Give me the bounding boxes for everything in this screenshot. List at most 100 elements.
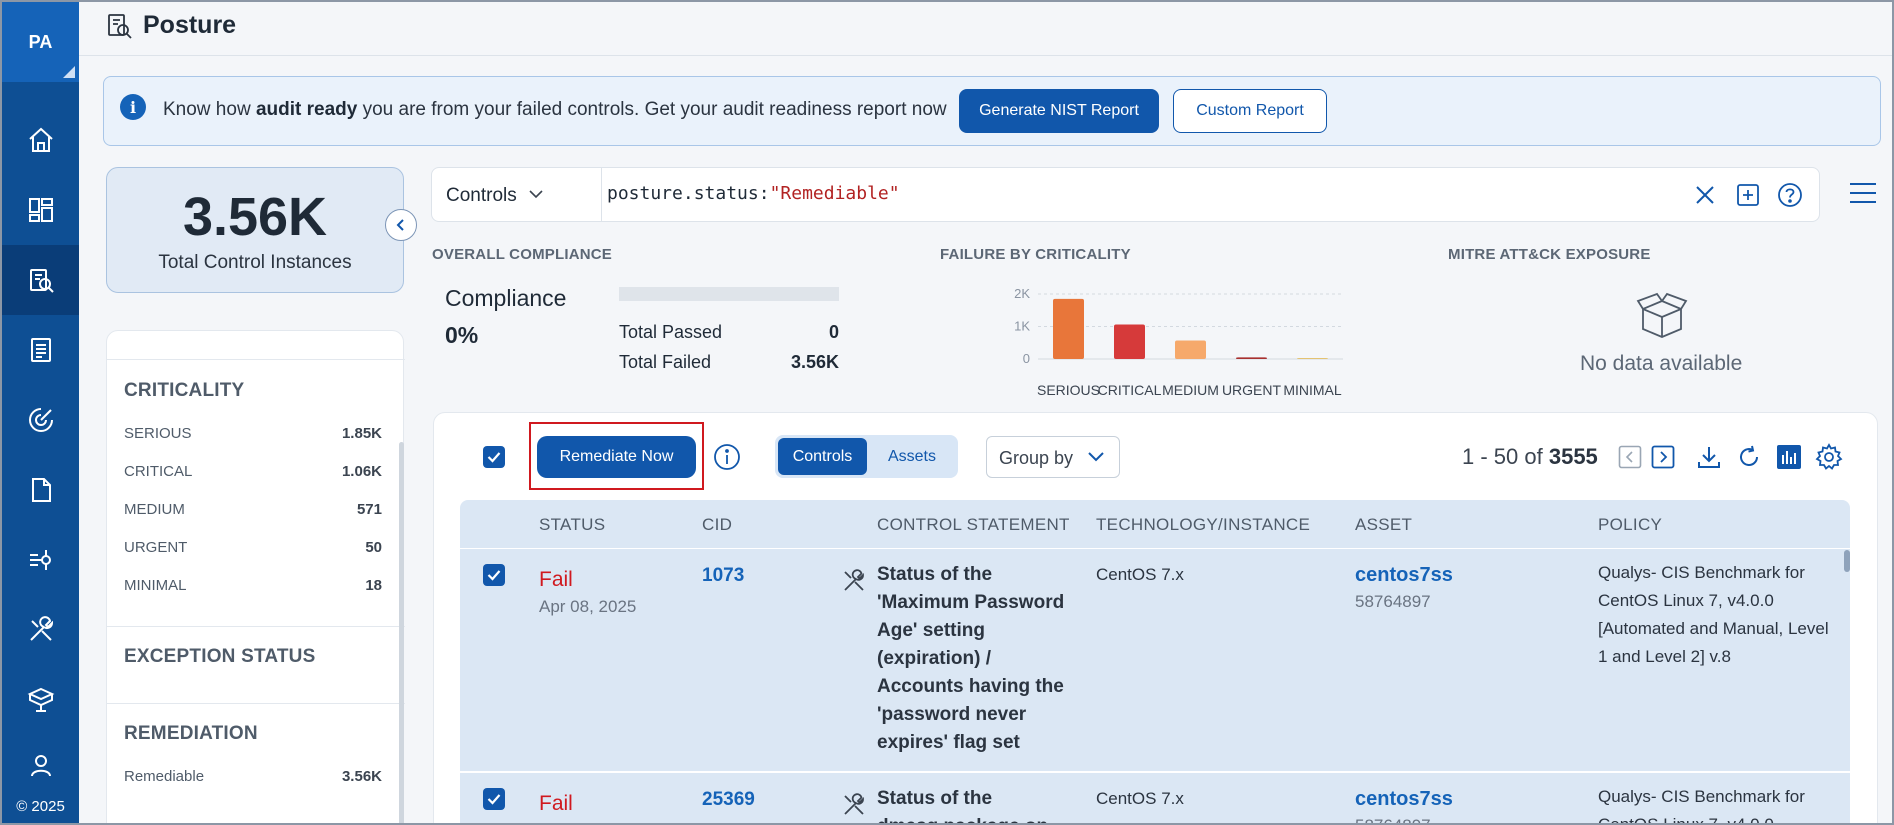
download-button[interactable] [1695, 443, 1723, 471]
filter-serious[interactable]: SERIOUS 1.85K [124, 425, 382, 442]
statement-line: Accounts having the [877, 676, 1064, 697]
model-icon [27, 687, 54, 712]
group-by-dropdown[interactable]: Group by [986, 436, 1120, 478]
statement-line: expires' flag set [877, 732, 1020, 753]
chart-x-tick: CRITICAL [1098, 382, 1162, 398]
row-technology: CentOS 7.x [1096, 789, 1184, 808]
filter-label: URGENT [124, 539, 188, 556]
nav-user[interactable] [2, 735, 79, 795]
search-type-dropdown[interactable]: Controls [432, 168, 602, 221]
remediate-info-button[interactable] [713, 443, 741, 471]
total-control-instances-card: 3.56K Total Control Instances [106, 167, 404, 293]
policy-line: CentOS Linux 7, v4.0.0 [1598, 815, 1774, 825]
filter-label: MINIMAL [124, 577, 187, 594]
policy-line: 1 and Level 2] v.8 [1598, 647, 1731, 666]
col-status[interactable]: STATUS [539, 515, 605, 535]
plus-box-icon [1737, 184, 1759, 206]
row-statement: Status of the dmesg package on [877, 785, 1077, 823]
col-cid[interactable]: CID [702, 515, 732, 535]
filter-remediable[interactable]: Remediable 3.56K [124, 768, 382, 785]
row-cid-link[interactable]: 25369 [702, 789, 755, 811]
row-date: Apr 08, 2025 [539, 597, 637, 616]
failed-value: 3.56K [790, 352, 839, 372]
collapse-panel-button[interactable] [385, 209, 417, 241]
row-technology: CentOS 7.x [1096, 565, 1184, 584]
nav-posture[interactable] [2, 245, 79, 315]
chart-bar-urgent[interactable] [1236, 357, 1267, 359]
nav-model[interactable] [2, 665, 79, 735]
chart-bar-critical[interactable] [1114, 324, 1145, 359]
chart-y-tick: 1K [1014, 319, 1030, 334]
filter-minimal[interactable]: MINIMAL 18 [124, 577, 382, 594]
col-control-statement[interactable]: CONTROL STATEMENT [877, 515, 1070, 535]
grid-settings-button[interactable] [1815, 443, 1843, 471]
top-bar: Posture [79, 2, 1892, 56]
exception-status-title[interactable]: EXCEPTION STATUS [124, 646, 315, 668]
nav-radar[interactable] [2, 385, 79, 455]
filter-label: CRITICAL [124, 463, 193, 480]
filter-critical[interactable]: CRITICAL 1.06K [124, 463, 382, 480]
col-technology[interactable]: TECHNOLOGY/INSTANCE [1096, 515, 1310, 535]
statement-line: 'Maximum Password [877, 592, 1065, 613]
add-query-button[interactable] [1734, 181, 1762, 209]
filter-count: 3.56K [341, 768, 382, 785]
audit-banner: i Know how audit ready you are from your… [103, 76, 1881, 146]
passed-value: 0 [828, 322, 839, 342]
table-scrollbar[interactable] [1844, 550, 1850, 572]
left-nav: PA © 2025 [2, 2, 79, 823]
next-page-button[interactable] [1649, 443, 1677, 471]
filter-label: SERIOUS [124, 425, 192, 442]
toggle-assets[interactable]: Assets [869, 438, 955, 475]
row-checkbox[interactable] [483, 564, 505, 586]
select-all-checkbox[interactable] [483, 446, 505, 468]
check-icon [487, 452, 501, 463]
table-row[interactable]: Fail 25369 Status of the dmesg package o… [460, 772, 1850, 825]
brand-corner-icon [63, 66, 75, 78]
chart-bar-medium[interactable] [1175, 340, 1206, 359]
filter-urgent[interactable]: URGENT 50 [124, 539, 382, 556]
refresh-button[interactable] [1735, 443, 1763, 471]
nav-workflow[interactable] [2, 525, 79, 595]
row-checkbox[interactable] [483, 788, 505, 810]
chart-y-tick: 0 [1023, 351, 1030, 366]
filter-count: 1.85K [341, 425, 382, 442]
row-cid-link[interactable]: 1073 [702, 565, 744, 587]
hamburger-menu-icon[interactable] [1848, 180, 1878, 206]
chart-x-tick: URGENT [1222, 382, 1282, 398]
nav-dashboard[interactable] [2, 175, 79, 245]
policy-line: Qualys- CIS Benchmark for [1598, 563, 1805, 582]
filter-panel-scrollbar[interactable] [399, 442, 404, 823]
nav-tools[interactable] [2, 595, 79, 665]
chart-bar-serious[interactable] [1053, 298, 1084, 359]
brand-button[interactable]: PA [2, 2, 79, 82]
nav-document[interactable] [2, 455, 79, 525]
filter-divider [107, 703, 405, 704]
nav-home[interactable] [2, 105, 79, 175]
prev-page-button[interactable] [1616, 443, 1644, 471]
row-asset-link[interactable]: centos7ss [1355, 788, 1453, 811]
workflow-icon [29, 550, 51, 570]
chart-view-button[interactable] [1775, 443, 1803, 471]
search-help-button[interactable] [1776, 181, 1804, 209]
total-passed-row: Total Passed 0 [619, 322, 839, 343]
generate-nist-report-button[interactable]: Generate NIST Report [959, 89, 1159, 133]
home-icon [28, 127, 53, 152]
check-icon [487, 794, 501, 805]
statement-line: Status of the [877, 788, 993, 809]
chevron-right-box-icon [1651, 445, 1675, 469]
filter-medium[interactable]: MEDIUM 571 [124, 501, 382, 518]
col-asset[interactable]: ASSET [1355, 515, 1412, 535]
bar-chart-icon [1777, 445, 1801, 469]
col-policy[interactable]: POLICY [1598, 515, 1662, 535]
policy-line: CentOS Linux 7, v4.0.0 [1598, 591, 1774, 610]
clear-search-button[interactable] [1691, 181, 1719, 209]
nav-reports[interactable] [2, 315, 79, 385]
dashboard-icon [28, 198, 53, 222]
custom-report-button[interactable]: Custom Report [1173, 89, 1327, 133]
toggle-controls[interactable]: Controls [778, 438, 867, 475]
row-asset-link[interactable]: centos7ss [1355, 564, 1453, 587]
chart-bar-minimal[interactable] [1297, 358, 1328, 359]
mitre-empty-state: No data available [1580, 352, 1743, 375]
table-row[interactable]: Fail Apr 08, 2025 1073 Status of the 'Ma… [460, 548, 1850, 771]
search-query-input[interactable]: posture.status:"Remediable" [607, 183, 900, 204]
